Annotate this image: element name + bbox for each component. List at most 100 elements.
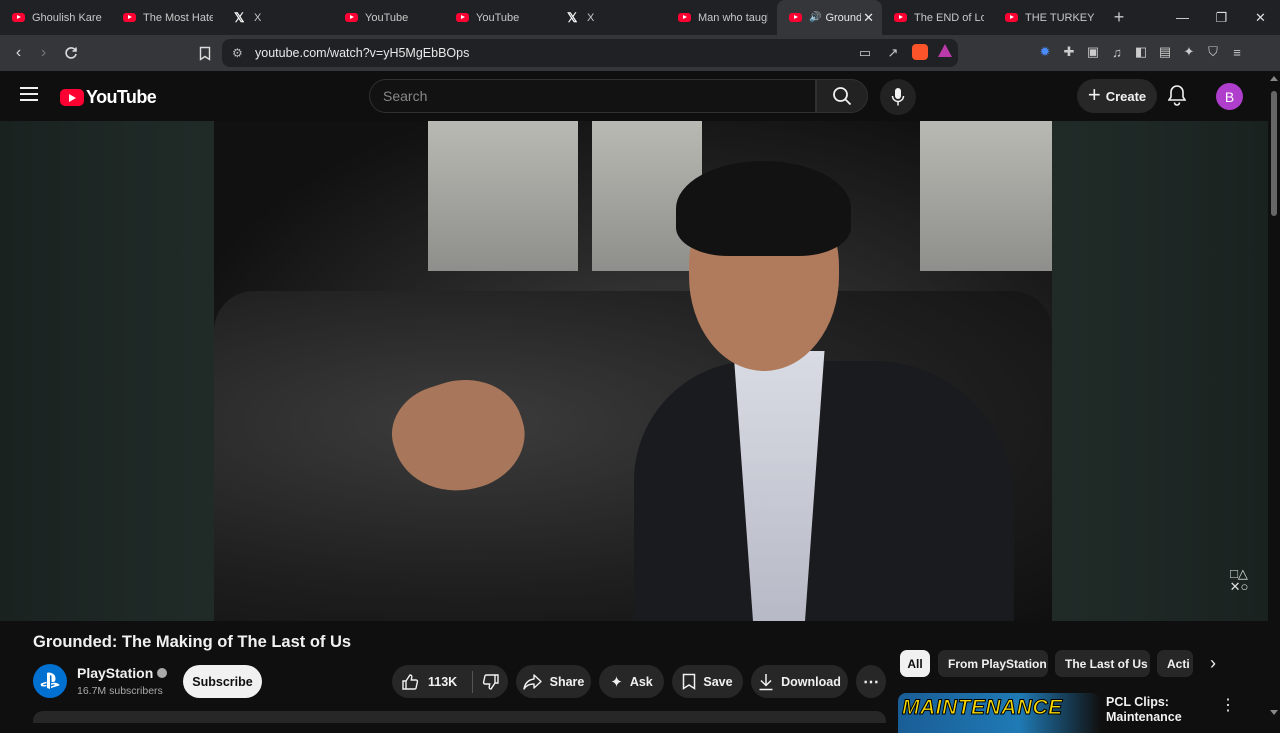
speaker-hair xyxy=(676,161,851,256)
microphone-icon xyxy=(891,88,905,106)
youtube-icon xyxy=(678,13,691,22)
tab-title: THE TURKEY TO xyxy=(1025,11,1095,24)
tab-title: Ground xyxy=(825,11,862,24)
channel-name[interactable]: PlayStation xyxy=(77,665,168,681)
scroll-up-icon[interactable] xyxy=(1270,76,1278,81)
browser-tab[interactable]: YouTube xyxy=(333,0,444,35)
tab-title: The END of Lol xyxy=(914,11,984,24)
share-page-icon[interactable]: ↗ xyxy=(884,44,902,62)
browser-tab[interactable]: The Most Hated xyxy=(111,0,222,35)
browser-tab-active[interactable]: 🔊 Ground ✕ xyxy=(777,0,882,35)
bell-icon xyxy=(1167,85,1187,106)
verified-badge-icon xyxy=(157,668,168,678)
description-box[interactable] xyxy=(33,711,886,723)
chevron-right-icon[interactable]: › xyxy=(1198,650,1228,677)
back-icon[interactable]: ‹ xyxy=(6,39,31,67)
tab-title: YouTube xyxy=(365,11,409,24)
chip-from-playstation[interactable]: From PlayStation xyxy=(938,650,1048,677)
scrollbar-thumb[interactable] xyxy=(1271,91,1277,216)
like-count: 113K xyxy=(428,674,458,689)
cast-icon[interactable]: ▭ xyxy=(856,44,874,62)
chip-the-last-of-us[interactable]: The Last of Us xyxy=(1055,650,1150,677)
search-input[interactable] xyxy=(383,88,803,104)
youtube-logo[interactable]: YouTube xyxy=(60,87,157,108)
youtube-icon xyxy=(789,13,802,22)
media-music-icon[interactable]: ♫ xyxy=(1108,43,1126,61)
youtube-icon xyxy=(123,13,136,22)
tab-title: X xyxy=(587,11,595,24)
voice-search-button[interactable] xyxy=(880,79,916,115)
search-button[interactable] xyxy=(816,79,868,113)
page-scrollbar[interactable] xyxy=(1268,71,1280,720)
browser-tab[interactable]: YouTube xyxy=(444,0,555,35)
tab-title: YouTube xyxy=(476,11,520,24)
browser-tab[interactable]: 𝕏X xyxy=(222,0,333,35)
reload-icon[interactable] xyxy=(58,39,83,67)
menu-icon[interactable]: ≡ xyxy=(1228,43,1246,61)
channel-name-text: PlayStation xyxy=(77,665,154,681)
browser-tab[interactable]: Man who taugh xyxy=(666,0,777,35)
url-text[interactable]: youtube.com/watch?v=yH5MgEbBOps xyxy=(255,46,469,60)
tab-title: X xyxy=(254,11,262,24)
save-button[interactable]: Save xyxy=(672,665,743,698)
browser-tab[interactable]: 𝕏X xyxy=(555,0,666,35)
leo-ai-icon[interactable]: ✦ xyxy=(1180,43,1198,61)
browser-tab[interactable]: The END of Lol xyxy=(882,0,993,35)
wallet-icon[interactable]: ▤ xyxy=(1156,43,1174,61)
minimize-icon[interactable]: — xyxy=(1163,0,1202,35)
brave-rewards-icon[interactable] xyxy=(938,44,952,57)
close-window-icon[interactable]: ✕ xyxy=(1241,0,1280,35)
recommended-title[interactable]: PCL Clips: Maintenance xyxy=(1106,695,1206,725)
recommended-thumbnail[interactable]: MAINTENANCE xyxy=(898,693,1100,733)
speaker-icon[interactable]: 🔊 xyxy=(809,12,821,23)
scroll-down-icon[interactable] xyxy=(1270,710,1278,715)
restore-icon[interactable]: ❐ xyxy=(1202,0,1241,35)
search-box[interactable] xyxy=(369,79,816,113)
x-icon: 𝕏 xyxy=(234,9,245,25)
share-label: Share xyxy=(549,674,585,689)
guide-menu-icon[interactable] xyxy=(20,87,38,105)
channel-avatar[interactable] xyxy=(33,664,67,698)
extension-globe-icon[interactable]: ✹ xyxy=(1036,43,1054,61)
subscribe-button[interactable]: Subscribe xyxy=(183,665,262,698)
forward-icon[interactable]: › xyxy=(31,39,56,67)
background-window xyxy=(428,121,578,271)
chip-action[interactable]: Acti xyxy=(1157,650,1193,677)
close-tab-icon[interactable]: ✕ xyxy=(863,10,874,26)
address-bar[interactable]: ⚙ youtube.com/watch?v=yH5MgEbBOps ▭ ↗ xyxy=(222,39,958,67)
ask-button[interactable]: ✦ Ask xyxy=(599,665,664,698)
site-info-icon[interactable]: ⚙ xyxy=(232,46,243,60)
like-dislike-group: 113K xyxy=(392,665,508,698)
extensions-puzzle-icon[interactable]: ✚ xyxy=(1060,43,1078,61)
more-vertical-icon[interactable]: ⋮ xyxy=(1220,695,1236,715)
thumbnail-text: MAINTENANCE xyxy=(902,696,1063,720)
dislike-button[interactable] xyxy=(473,673,508,691)
account-avatar[interactable]: B xyxy=(1216,83,1243,110)
plus-icon: + xyxy=(1087,82,1101,107)
logo-wordmark: YouTube xyxy=(86,87,157,107)
youtube-play-icon xyxy=(60,89,84,106)
share-button[interactable]: Share xyxy=(516,665,591,698)
extension-bar: ✹ ✚ ▣ ♫ ◧ ▤ ✦ ⛉ ≡ xyxy=(1036,43,1246,61)
sidebar-icon[interactable]: ◧ xyxy=(1132,43,1150,61)
notifications-button[interactable] xyxy=(1167,84,1187,111)
video-player[interactable]: □△ ✕○ xyxy=(0,121,1268,621)
bookmark-icon[interactable] xyxy=(192,39,217,67)
create-button[interactable]: + Create xyxy=(1077,79,1157,113)
download-icon xyxy=(759,673,773,690)
browser-tab[interactable]: THE TURKEY TO xyxy=(993,0,1104,35)
new-tab-button[interactable]: + xyxy=(1104,7,1134,28)
chip-all[interactable]: All xyxy=(900,650,930,677)
more-actions-button[interactable]: ⋯ xyxy=(856,665,886,698)
brave-shields-icon[interactable] xyxy=(912,44,928,60)
vpn-shield-icon[interactable]: ⛉ xyxy=(1204,43,1222,61)
save-bookmark-icon xyxy=(683,673,696,690)
browser-tab[interactable]: Ghoulish Karen xyxy=(0,0,111,35)
like-button[interactable]: 113K xyxy=(392,673,472,691)
video-frame[interactable] xyxy=(214,121,1052,621)
search-icon xyxy=(833,87,852,106)
create-label: Create xyxy=(1105,88,1147,104)
screenshot-icon[interactable]: ▣ xyxy=(1084,43,1102,61)
youtube-icon xyxy=(894,13,907,22)
download-button[interactable]: Download xyxy=(751,665,848,698)
